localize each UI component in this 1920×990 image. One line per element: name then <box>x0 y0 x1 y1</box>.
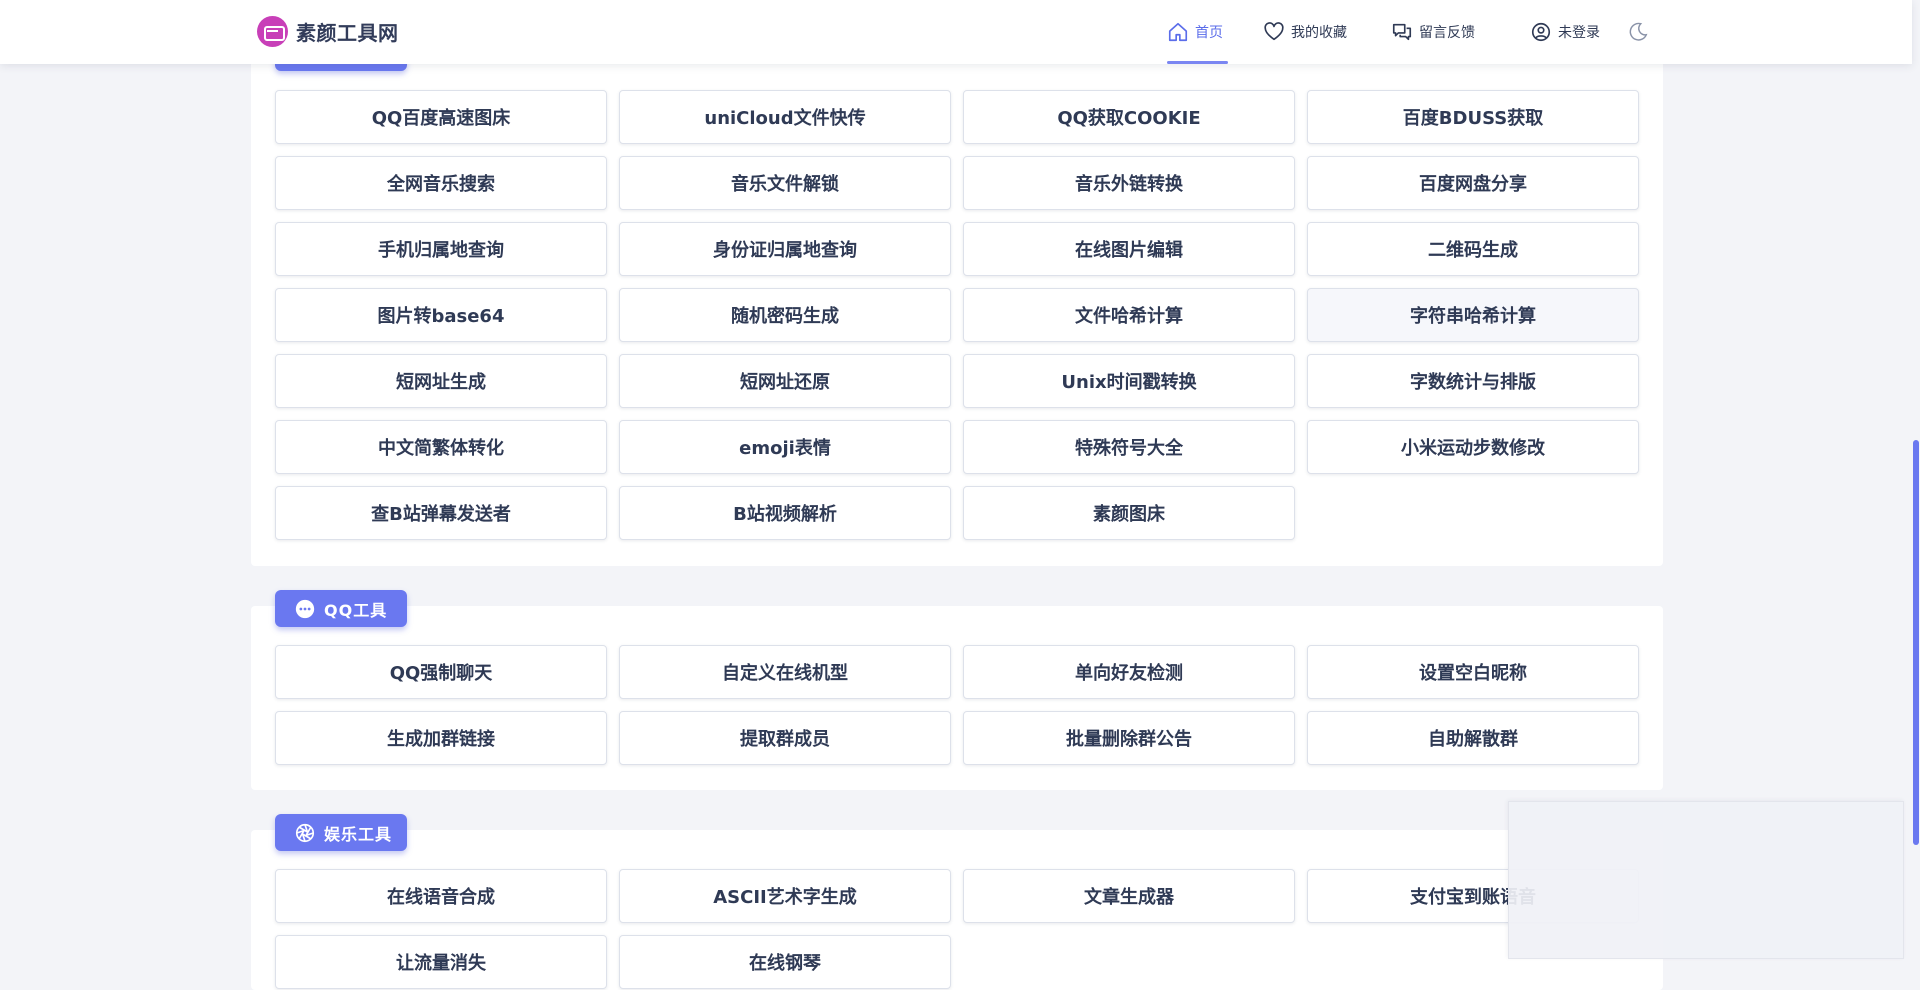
tool-button[interactable]: 中文简繁体转化 <box>275 420 607 474</box>
nav-login[interactable]: 未登录 <box>1530 0 1600 64</box>
tool-button[interactable]: 让流量消失 <box>275 935 607 989</box>
tool-button[interactable]: 提取群成员 <box>619 711 951 765</box>
tool-button[interactable]: 字符串哈希计算 <box>1307 288 1639 342</box>
nav-feedback[interactable]: 留言反馈 <box>1391 0 1475 64</box>
moon-icon <box>1627 21 1649 43</box>
home-icon <box>1167 21 1189 43</box>
nav-login-label: 未登录 <box>1558 25 1600 41</box>
tool-button[interactable]: QQ百度高速图床 <box>275 90 607 144</box>
tool-button[interactable]: 在线图片编辑 <box>963 222 1295 276</box>
tool-button[interactable]: 短网址生成 <box>275 354 607 408</box>
tool-button[interactable]: 百度网盘分享 <box>1307 156 1639 210</box>
tool-button[interactable]: 手机归属地查询 <box>275 222 607 276</box>
tool-button[interactable]: 小米运动步数修改 <box>1307 420 1639 474</box>
nav-feedback-label: 留言反馈 <box>1419 25 1475 41</box>
scrollbar-thumb[interactable] <box>1913 440 1919 845</box>
section-badge-qq: QQ工具 <box>275 590 407 627</box>
tool-button[interactable]: uniCloud文件快传 <box>619 90 951 144</box>
tool-button[interactable]: 文章生成器 <box>963 869 1295 923</box>
tool-button[interactable]: 特殊符号大全 <box>963 420 1295 474</box>
heart-icon <box>1263 21 1285 43</box>
top-navigation-bar: 素颜工具网 首页 我的收藏 留言反馈 未登录 <box>0 0 1912 64</box>
tool-button[interactable]: 随机密码生成 <box>619 288 951 342</box>
tool-button[interactable]: 文件哈希计算 <box>963 288 1295 342</box>
aperture-icon <box>295 823 315 842</box>
tool-button[interactable]: 音乐外链转换 <box>963 156 1295 210</box>
user-icon <box>1530 21 1552 43</box>
tool-button[interactable]: 自助解散群 <box>1307 711 1639 765</box>
tool-button[interactable]: 字数统计与排版 <box>1307 354 1639 408</box>
dark-mode-toggle[interactable] <box>1627 0 1655 64</box>
tool-button[interactable]: 设置空白昵称 <box>1307 645 1639 699</box>
tool-button[interactable]: B站视频解析 <box>619 486 951 540</box>
site-title: 素颜工具网 <box>296 21 399 45</box>
tool-button[interactable]: 百度BDUSS获取 <box>1307 90 1639 144</box>
tool-button[interactable]: Unix时间戳转换 <box>963 354 1295 408</box>
chat-icon <box>1391 21 1413 43</box>
nav-home[interactable]: 首页 <box>1167 0 1228 64</box>
nav-favorites[interactable]: 我的收藏 <box>1263 0 1347 64</box>
tool-button[interactable]: 生成加群链接 <box>275 711 607 765</box>
section-title-qq: QQ工具 <box>324 600 388 620</box>
tool-button[interactable]: 单向好友检测 <box>963 645 1295 699</box>
nav-favorites-label: 我的收藏 <box>1291 25 1347 41</box>
tool-button[interactable]: 身份证归属地查询 <box>619 222 951 276</box>
site-logo[interactable]: 素颜工具网 <box>257 16 399 47</box>
chat-bubble-icon <box>295 599 315 618</box>
tool-button[interactable]: 素颜图床 <box>963 486 1295 540</box>
tool-button[interactable]: 自定义在线机型 <box>619 645 951 699</box>
tool-grid-general: QQ百度高速图床 uniCloud文件快传 QQ获取COOKIE 百度BDUSS获取全… <box>275 90 1639 540</box>
tool-button[interactable]: 图片转base64 <box>275 288 607 342</box>
tool-button[interactable]: 在线钢琴 <box>619 935 951 989</box>
logo-icon <box>257 16 288 47</box>
tool-button[interactable]: 在线语音合成 <box>275 869 607 923</box>
tool-grid-qq: QQ强制聊天 自定义在线机型 单向好友检测 设置空白昵称生成加群链接 提取群成员 批量删除… <box>275 645 1639 765</box>
tool-button[interactable]: 音乐文件解锁 <box>619 156 951 210</box>
section-title-fun: 娱乐工具 <box>324 824 393 844</box>
tool-button[interactable]: 全网音乐搜索 <box>275 156 607 210</box>
tool-button[interactable]: QQ强制聊天 <box>275 645 607 699</box>
tool-button[interactable]: ASCII艺术字生成 <box>619 869 951 923</box>
tool-button[interactable]: QQ获取COOKIE <box>963 90 1295 144</box>
tool-button[interactable]: emoji表情 <box>619 420 951 474</box>
tool-button[interactable]: 查B站弹幕发送者 <box>275 486 607 540</box>
tool-button[interactable]: 短网址还原 <box>619 354 951 408</box>
tool-button[interactable]: 批量删除群公告 <box>963 711 1295 765</box>
floating-overlay-panel <box>1508 801 1904 959</box>
nav-home-label: 首页 <box>1195 25 1223 41</box>
tool-grid-fun: 在线语音合成 ASCII艺术字生成 文章生成器 支付宝到账语音 让流量消失 在线钢琴 <box>275 869 1639 989</box>
tool-button[interactable]: 二维码生成 <box>1307 222 1639 276</box>
section-badge-fun: 娱乐工具 <box>275 814 407 851</box>
